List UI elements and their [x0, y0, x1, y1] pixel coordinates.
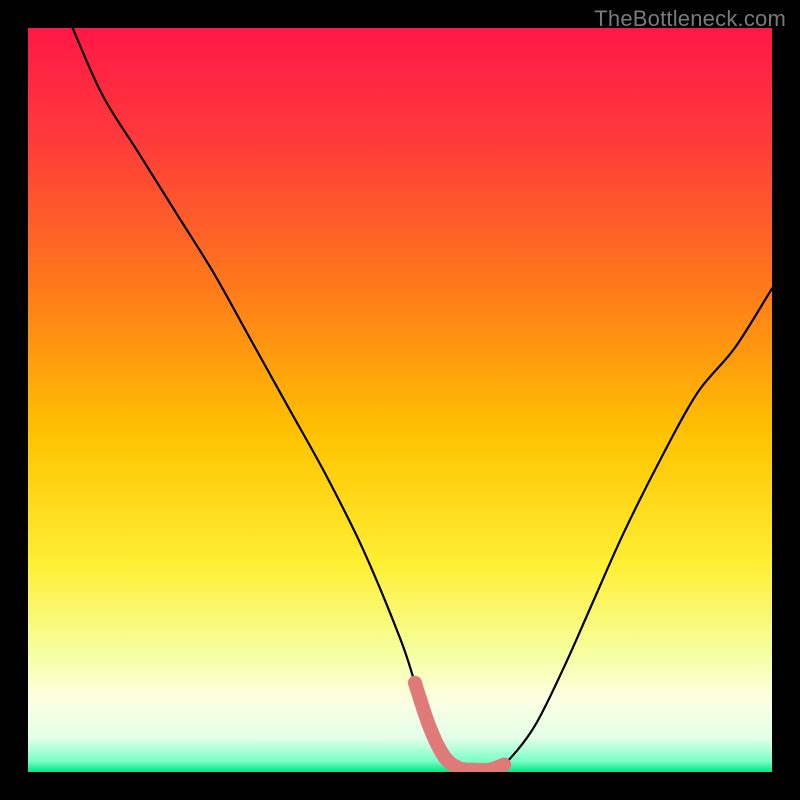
bottleneck-chart	[28, 28, 772, 772]
plot-area	[28, 28, 772, 772]
gradient-background	[28, 28, 772, 772]
chart-frame: TheBottleneck.com	[0, 0, 800, 800]
